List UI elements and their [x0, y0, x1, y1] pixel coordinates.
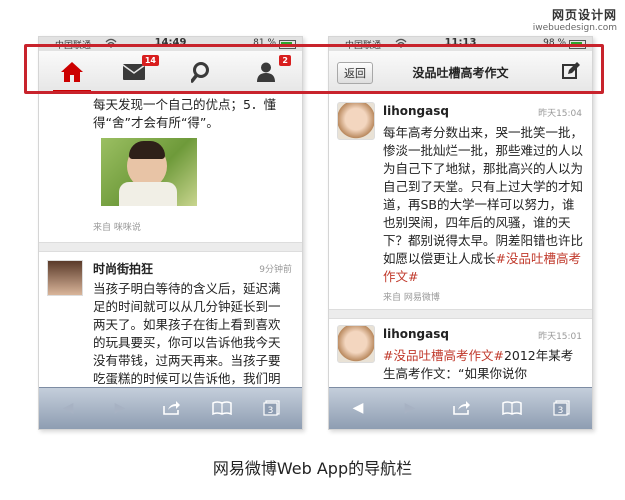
figure-caption: 网易微博Web App的导航栏 — [212, 459, 413, 478]
back-arrow-icon[interactable]: ◀ — [57, 399, 79, 417]
avatar[interactable] — [337, 102, 375, 140]
share-icon[interactable] — [161, 399, 183, 417]
right-phone-screen: 中国联通 11:13 98 % 返回 没品吐槽高考作文 lihongasq 昨天… — [328, 36, 593, 430]
watermark-title: 网页设计网 — [551, 8, 617, 22]
post-time: 9分钟前 — [259, 265, 292, 275]
bookmarks-icon[interactable] — [211, 399, 233, 417]
avatar[interactable] — [47, 260, 83, 296]
post-author[interactable]: lihongasq — [383, 104, 449, 118]
share-icon[interactable] — [451, 399, 473, 417]
avatar[interactable] — [337, 325, 375, 363]
topic-feed: lihongasq 昨天15:04 每年高考分数出来，哭一批笑一批，惨淡一批灿烂… — [329, 94, 592, 388]
feed: 每天发现一个自己的优点；5．懂得“舍”才会有所“得”。 来自 咪咪说 时尚街拍狂… — [39, 94, 302, 388]
browser-toolbar: ◀ ▶ 3 — [39, 387, 302, 429]
forward-arrow-icon[interactable]: ▶ — [109, 399, 131, 417]
feed-item[interactable]: 时尚街拍狂 9分钟前 当孩子明白等待的含义后，延迟满足的时间就可以从几分钟延长到… — [39, 252, 302, 388]
post-text: 每天发现一个自己的优点；5．懂得“舍”才会有所“得”。 — [93, 97, 276, 130]
svg-text:3: 3 — [558, 406, 564, 416]
feed-item[interactable]: lihongasq 昨天15:01 #没品吐槽高考作文#2012年某考生高考作文… — [329, 319, 592, 388]
nav-highlight-box — [24, 44, 604, 94]
topic-tag[interactable]: #没品吐槽高考作文# — [383, 348, 504, 363]
post-time: 昨天15:01 — [538, 332, 582, 342]
post-author[interactable]: 时尚街拍狂 — [93, 260, 153, 277]
post-photo[interactable] — [101, 138, 197, 206]
post-source: 来自 网易微博 — [383, 293, 440, 303]
post-text: 当孩子明白等待的含义后，延迟满足的时间就可以从几分钟延长到一两天了。如果孩子在街… — [93, 281, 281, 386]
feed-divider — [39, 242, 302, 252]
post-source: 来自 咪咪说 — [93, 223, 141, 233]
browser-toolbar: ◀ ▶ 3 — [329, 387, 592, 429]
feed-item[interactable]: 每天发现一个自己的优点；5．懂得“舍”才会有所“得”。 来自 咪咪说 — [39, 94, 302, 244]
feed-item[interactable]: lihongasq 昨天15:04 每年高考分数出来，哭一批笑一批，惨淡一批灿烂… — [329, 94, 592, 309]
pages-icon[interactable]: 3 — [551, 399, 573, 417]
watermark: 网页设计网 iwebuedesign.com — [533, 6, 617, 33]
pages-icon[interactable]: 3 — [261, 399, 283, 417]
feed-divider — [329, 309, 592, 319]
post-text: #没品吐槽高考作文#2012年某考生高考作文：“如果你说你 — [383, 348, 574, 381]
back-arrow-icon[interactable]: ◀ — [347, 399, 369, 417]
bookmarks-icon[interactable] — [501, 399, 523, 417]
forward-arrow-icon[interactable]: ▶ — [399, 399, 421, 417]
left-phone-screen: 中国联通 14:49 81 % 14 2 每天发现一个自己的优点；5．懂得“舍”… — [38, 36, 303, 430]
post-text: 每年高考分数出来，哭一批笑一批，惨淡一批灿烂一批，那些难过的人以为自己下了地狱，… — [383, 125, 584, 284]
post-author[interactable]: lihongasq — [383, 327, 449, 341]
watermark-url: iwebuedesign.com — [532, 23, 617, 33]
post-time: 昨天15:04 — [538, 109, 582, 119]
svg-text:3: 3 — [268, 406, 274, 416]
